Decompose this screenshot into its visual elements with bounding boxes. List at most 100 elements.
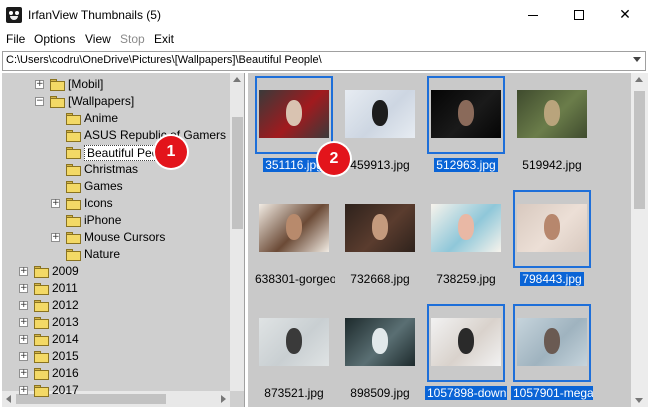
- thumbnail-image: [517, 318, 587, 366]
- tree-item-label: Nature: [84, 247, 121, 261]
- tree-item[interactable]: Christmas: [2, 161, 230, 178]
- expand-icon[interactable]: +: [19, 335, 28, 344]
- thumbnail-label[interactable]: 519942.jpg: [511, 158, 593, 172]
- thumbnail[interactable]: [427, 76, 505, 154]
- window-title: IrfanView Thumbnails (5): [28, 8, 161, 22]
- tree-vertical-scrollbar[interactable]: [230, 73, 244, 391]
- expand-icon[interactable]: +: [35, 80, 44, 89]
- thumbnail-label[interactable]: 459913.jpg: [339, 158, 421, 172]
- tree-item[interactable]: + [Mobil]: [2, 76, 230, 93]
- tree-item-label: iPhone: [84, 213, 122, 227]
- folder-icon: [66, 164, 82, 176]
- collapse-icon[interactable]: −: [35, 97, 44, 106]
- tree-item-label: [Mobil]: [68, 77, 104, 91]
- tree-item[interactable]: + Mouse Cursors: [2, 229, 230, 246]
- thumbnail-label[interactable]: 798443.jpg: [511, 272, 593, 286]
- tree-item[interactable]: +2016: [2, 365, 230, 382]
- thumbnail-label[interactable]: 1057898-down...: [425, 386, 507, 400]
- expand-icon[interactable]: +: [19, 352, 28, 361]
- thumbnail[interactable]: [513, 304, 591, 382]
- tree-item-label: 2013: [52, 315, 79, 329]
- expand-icon[interactable]: +: [19, 369, 28, 378]
- thumbnail[interactable]: [427, 304, 505, 382]
- menu-bar: File Options View Stop Exit: [0, 30, 648, 49]
- minimize-button[interactable]: [510, 0, 556, 30]
- folder-icon: [34, 266, 50, 278]
- thumbnails-vertical-scrollbar[interactable]: [631, 73, 648, 407]
- tree-item[interactable]: +2012: [2, 297, 230, 314]
- menu-options[interactable]: Options: [34, 32, 75, 46]
- maximize-button[interactable]: [556, 0, 602, 30]
- thumbnail[interactable]: [427, 190, 505, 268]
- thumbnail-label[interactable]: 1057901-mega...: [511, 386, 593, 400]
- tree-item[interactable]: +2009: [2, 263, 230, 280]
- tree-item-label: 2014: [52, 332, 79, 346]
- thumbnail[interactable]: [341, 76, 419, 154]
- path-value: C:\Users\codru\OneDrive\Pictures\[Wallpa…: [6, 54, 322, 66]
- tree-item[interactable]: + Icons: [2, 195, 230, 212]
- tree-item[interactable]: +2011: [2, 280, 230, 297]
- scroll-up-icon[interactable]: [635, 77, 643, 82]
- thumbnail[interactable]: [255, 76, 333, 154]
- tree-item-label: [Wallpapers]: [68, 94, 135, 108]
- expand-icon[interactable]: +: [19, 318, 28, 327]
- tree-item[interactable]: ASUS Republic of Gamers: [2, 127, 230, 144]
- scroll-down-icon[interactable]: [635, 398, 643, 403]
- expand-icon[interactable]: +: [19, 386, 28, 395]
- thumbnail-label[interactable]: 738259.jpg: [425, 272, 507, 286]
- thumbnail[interactable]: [513, 76, 591, 154]
- thumbnail-label[interactable]: 732668.jpg: [339, 272, 421, 286]
- tree-item[interactable]: Beautiful People: [2, 144, 230, 161]
- tree-item-label: 2011: [52, 281, 78, 295]
- maximize-icon: [574, 10, 584, 20]
- thumbnail-grid[interactable]: 351116.jpg 459913.jpg 512963.jpg 519942.jpg…: [248, 73, 631, 407]
- callout-badge-2: 2: [318, 143, 350, 175]
- tree-item[interactable]: iPhone: [2, 212, 230, 229]
- expand-icon[interactable]: +: [51, 233, 60, 242]
- tree-item-label: Icons: [84, 196, 113, 210]
- chevron-down-icon[interactable]: [633, 57, 641, 62]
- tree-item-label: 2015: [52, 349, 79, 363]
- thumbnail-image: [259, 318, 329, 366]
- thumbnail-image: [259, 204, 329, 252]
- thumbnail[interactable]: [255, 304, 333, 382]
- folder-tree[interactable]: + [Mobil] − [Wallpapers] Anime ASUS Republic …: [2, 73, 245, 407]
- tree-item[interactable]: Games: [2, 178, 230, 195]
- folder-icon: [66, 198, 82, 210]
- tree-item[interactable]: Nature: [2, 246, 230, 263]
- folder-icon: [50, 79, 66, 91]
- scroll-up-icon[interactable]: [233, 77, 241, 82]
- thumbnail-label[interactable]: 638301-gorgeous: [253, 272, 335, 286]
- tree-item-label: 2012: [52, 298, 79, 312]
- thumbnail[interactable]: [513, 190, 591, 268]
- menu-exit[interactable]: Exit: [154, 32, 174, 46]
- folder-icon: [34, 317, 50, 329]
- menu-file[interactable]: File: [6, 32, 25, 46]
- thumbnail-label[interactable]: 873521.jpg: [253, 386, 335, 400]
- tree-item[interactable]: +2017: [2, 382, 230, 399]
- tree-item-label: 2016: [52, 366, 79, 380]
- tree-item[interactable]: +2013: [2, 314, 230, 331]
- close-button[interactable]: ✕: [602, 0, 648, 30]
- tree-item[interactable]: +2014: [2, 331, 230, 348]
- expand-icon[interactable]: +: [19, 301, 28, 310]
- expand-icon[interactable]: +: [19, 267, 28, 276]
- tree-item-label: Christmas: [84, 162, 139, 176]
- thumbnails-scroll-thumb[interactable]: [634, 91, 645, 209]
- thumbnail[interactable]: [341, 304, 419, 382]
- expand-icon[interactable]: +: [51, 199, 60, 208]
- menu-view[interactable]: View: [85, 32, 111, 46]
- menu-stop[interactable]: Stop: [120, 32, 145, 46]
- tree-item-label: Anime: [84, 111, 119, 125]
- thumbnail[interactable]: [255, 190, 333, 268]
- thumbnail[interactable]: [341, 190, 419, 268]
- tree-scroll-thumb[interactable]: [232, 117, 243, 229]
- tree-item[interactable]: − [Wallpapers]: [2, 93, 230, 110]
- tree-item[interactable]: Anime: [2, 110, 230, 127]
- expand-icon[interactable]: +: [19, 284, 28, 293]
- thumbnail-label[interactable]: 898509.jpg: [339, 386, 421, 400]
- thumbnail-label[interactable]: 512963.jpg: [425, 158, 507, 172]
- folder-icon: [34, 334, 50, 346]
- tree-item[interactable]: +2015: [2, 348, 230, 365]
- path-combobox[interactable]: C:\Users\codru\OneDrive\Pictures\[Wallpa…: [2, 51, 646, 71]
